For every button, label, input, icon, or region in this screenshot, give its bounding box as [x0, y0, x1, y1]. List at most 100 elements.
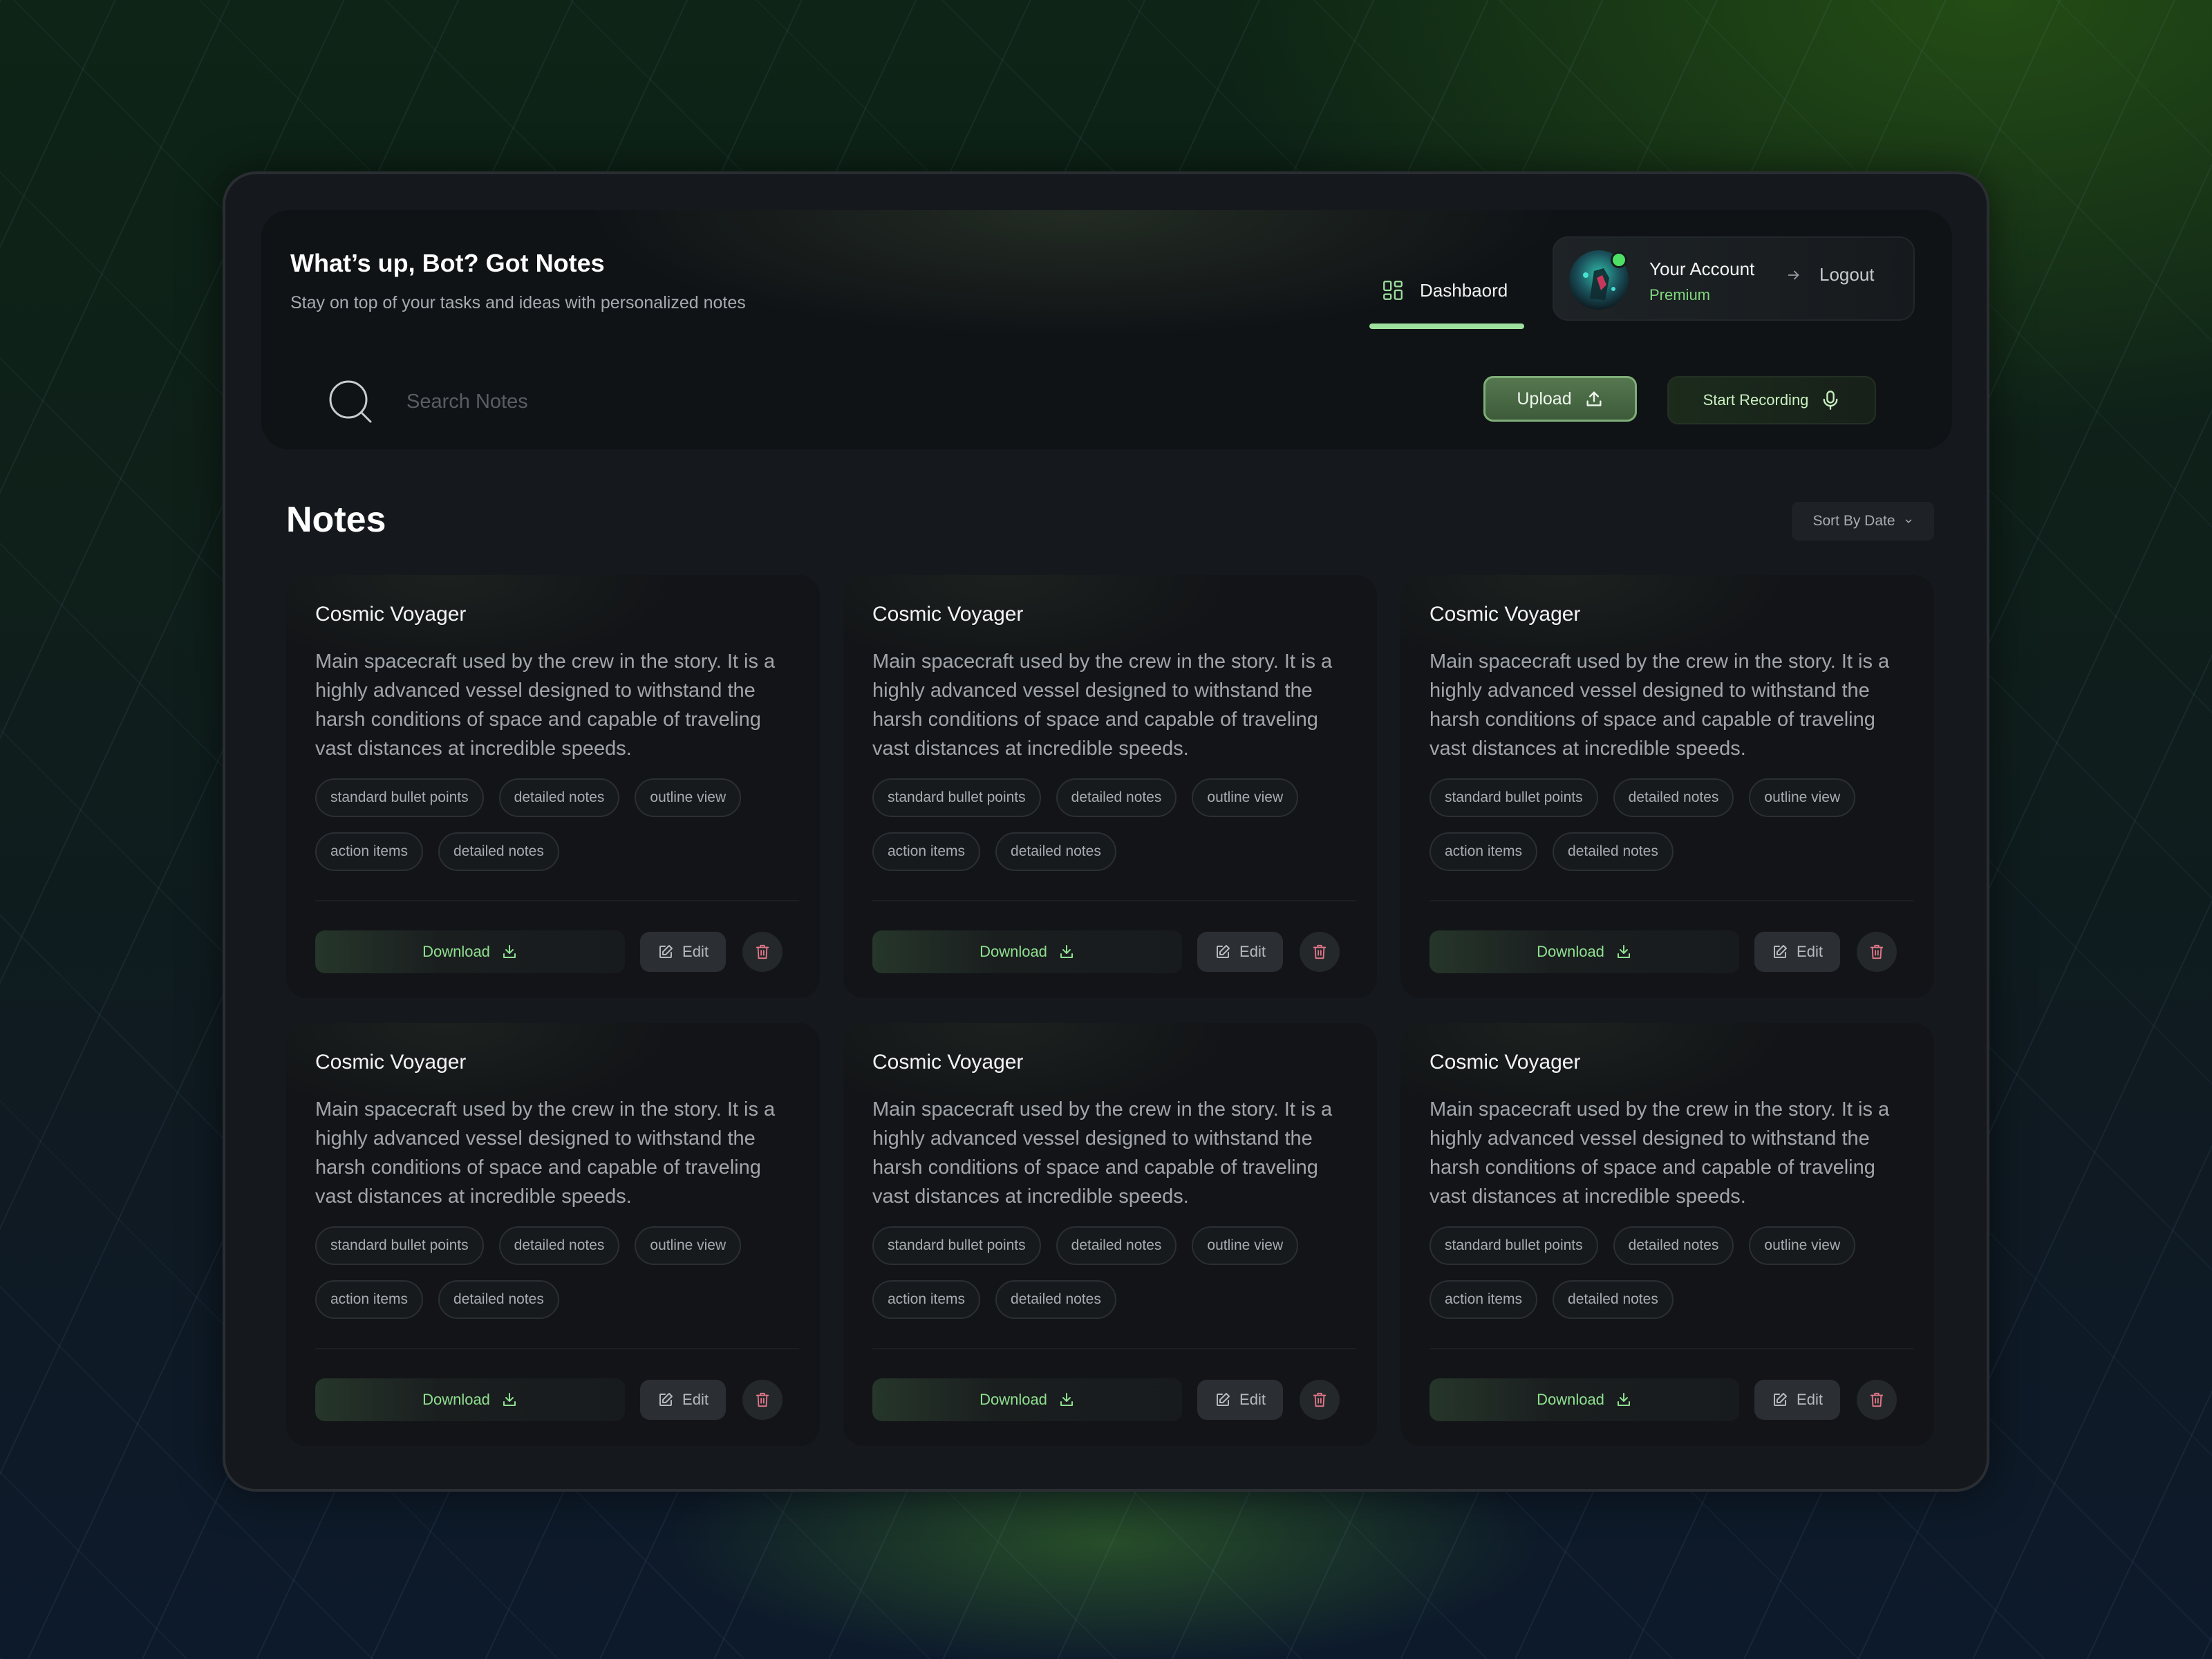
note-tag[interactable]: outline view [1192, 778, 1299, 817]
download-icon [1615, 944, 1632, 960]
note-tag[interactable]: detailed notes [438, 832, 559, 871]
delete-button[interactable] [1300, 932, 1340, 972]
logout-button[interactable]: Logout [1786, 264, 1875, 285]
edit-button[interactable]: Edit [1754, 1380, 1840, 1420]
account-menu[interactable]: Your Account Premium Logout [1553, 236, 1915, 321]
note-tag[interactable]: detailed notes [498, 1226, 620, 1265]
download-label: Download [422, 943, 490, 960]
logout-label: Logout [1819, 264, 1875, 285]
trash-icon [1312, 1391, 1327, 1408]
note-tag[interactable]: standard bullet points [872, 778, 1041, 817]
nav-dashboard[interactable]: Dashbaord [1381, 270, 1508, 311]
download-label: Download [980, 943, 1047, 960]
download-label: Download [980, 1391, 1047, 1408]
download-label: Download [1537, 943, 1604, 960]
edit-icon [1215, 944, 1231, 960]
dashboard-icon [1381, 279, 1405, 302]
note-tag[interactable]: outline view [635, 778, 742, 817]
sort-dropdown[interactable]: Sort By Date [1792, 502, 1934, 541]
nav-active-indicator [1369, 324, 1524, 329]
note-tag[interactable]: detailed notes [498, 778, 620, 817]
note-tags: standard bullet points detailed notes outl… [1430, 1226, 1913, 1319]
note-tag[interactable]: detailed notes [1613, 778, 1734, 817]
avatar[interactable] [1569, 250, 1629, 310]
note-tag[interactable]: detailed notes [1056, 1226, 1177, 1265]
note-title: Cosmic Voyager [1430, 603, 1581, 626]
download-button[interactable]: Download [1430, 930, 1739, 973]
note-tag[interactable]: standard bullet points [315, 1226, 484, 1265]
note-tag[interactable]: detailed notes [995, 832, 1116, 871]
note-tag[interactable]: action items [872, 1280, 981, 1319]
download-label: Download [1537, 1391, 1604, 1408]
delete-button[interactable] [742, 932, 782, 972]
delete-button[interactable] [742, 1380, 782, 1420]
edit-icon [1772, 1391, 1788, 1408]
delete-button[interactable] [1857, 1380, 1897, 1420]
card-divider [1430, 1348, 1913, 1349]
edit-button[interactable]: Edit [640, 932, 726, 972]
note-title: Cosmic Voyager [872, 1051, 1024, 1074]
sort-label: Sort By Date [1812, 513, 1895, 529]
note-card: Cosmic Voyager Main spacecraft used by t… [286, 575, 820, 998]
edit-button[interactable]: Edit [1754, 932, 1840, 972]
download-icon [501, 944, 518, 960]
header-panel: What’s up, Bot? Got Notes Stay on top of… [261, 210, 1952, 449]
note-description: Main spacecraft used by the crew in the … [315, 650, 776, 760]
note-tag[interactable]: action items [315, 1280, 424, 1319]
note-title: Cosmic Voyager [872, 603, 1024, 626]
note-title: Cosmic Voyager [315, 603, 467, 626]
download-button[interactable]: Download [1430, 1378, 1739, 1421]
note-tag[interactable]: detailed notes [1613, 1226, 1734, 1265]
note-tag[interactable]: detailed notes [1553, 832, 1674, 871]
edit-button[interactable]: Edit [640, 1380, 726, 1420]
delete-button[interactable] [1857, 932, 1897, 972]
online-status-dot [1611, 252, 1627, 268]
card-divider [315, 900, 799, 901]
note-tag[interactable]: outline view [1192, 1226, 1299, 1265]
upload-button[interactable]: Upload [1483, 376, 1637, 422]
note-tags: standard bullet points detailed notes outl… [1430, 778, 1913, 871]
note-tag[interactable]: detailed notes [995, 1280, 1116, 1319]
edit-label: Edit [1797, 943, 1823, 960]
page-title: What’s up, Bot? Got Notes [290, 249, 605, 277]
note-tag[interactable]: detailed notes [438, 1280, 559, 1319]
note-tag[interactable]: action items [1430, 832, 1538, 871]
start-recording-button[interactable]: Start Recording [1667, 376, 1876, 424]
card-divider [872, 1348, 1356, 1349]
download-icon [1615, 1391, 1632, 1408]
search-icon[interactable] [328, 379, 372, 423]
note-tag[interactable]: action items [315, 832, 424, 871]
note-tag[interactable]: detailed notes [1056, 778, 1177, 817]
note-tags: standard bullet points detailed notes outl… [315, 1226, 799, 1319]
download-button[interactable]: Download [315, 930, 625, 973]
upload-icon [1584, 389, 1604, 409]
note-card: Cosmic Voyager Main spacecraft used by t… [1400, 1023, 1934, 1446]
download-button[interactable]: Download [872, 1378, 1182, 1421]
note-tag[interactable]: standard bullet points [315, 778, 484, 817]
search-input[interactable] [405, 380, 1237, 423]
note-tag[interactable]: outline view [1749, 778, 1856, 817]
note-card: Cosmic Voyager Main spacecraft used by t… [286, 1023, 820, 1446]
note-tag[interactable]: detailed notes [1553, 1280, 1674, 1319]
note-title: Cosmic Voyager [1430, 1051, 1581, 1074]
note-tag[interactable]: outline view [1749, 1226, 1856, 1265]
note-tag[interactable]: standard bullet points [1430, 778, 1598, 817]
note-tag[interactable]: outline view [635, 1226, 742, 1265]
note-tag[interactable]: action items [872, 832, 981, 871]
edit-button[interactable]: Edit [1197, 1380, 1283, 1420]
delete-button[interactable] [1300, 1380, 1340, 1420]
note-tags: standard bullet points detailed notes outl… [315, 778, 799, 871]
edit-button[interactable]: Edit [1197, 932, 1283, 972]
download-button[interactable]: Download [315, 1378, 625, 1421]
page-subtitle: Stay on top of your tasks and ideas with… [290, 293, 746, 312]
note-tags: standard bullet points detailed notes outl… [872, 1226, 1356, 1319]
note-description: Main spacecraft used by the crew in the … [1430, 1098, 1890, 1208]
note-tag[interactable]: standard bullet points [872, 1226, 1041, 1265]
note-description: Main spacecraft used by the crew in the … [872, 650, 1333, 760]
note-tag[interactable]: action items [1430, 1280, 1538, 1319]
edit-label: Edit [1797, 1391, 1823, 1408]
download-button[interactable]: Download [872, 930, 1182, 973]
note-tag[interactable]: standard bullet points [1430, 1226, 1598, 1265]
trash-icon [755, 1391, 770, 1408]
upload-label: Upload [1517, 388, 1572, 409]
